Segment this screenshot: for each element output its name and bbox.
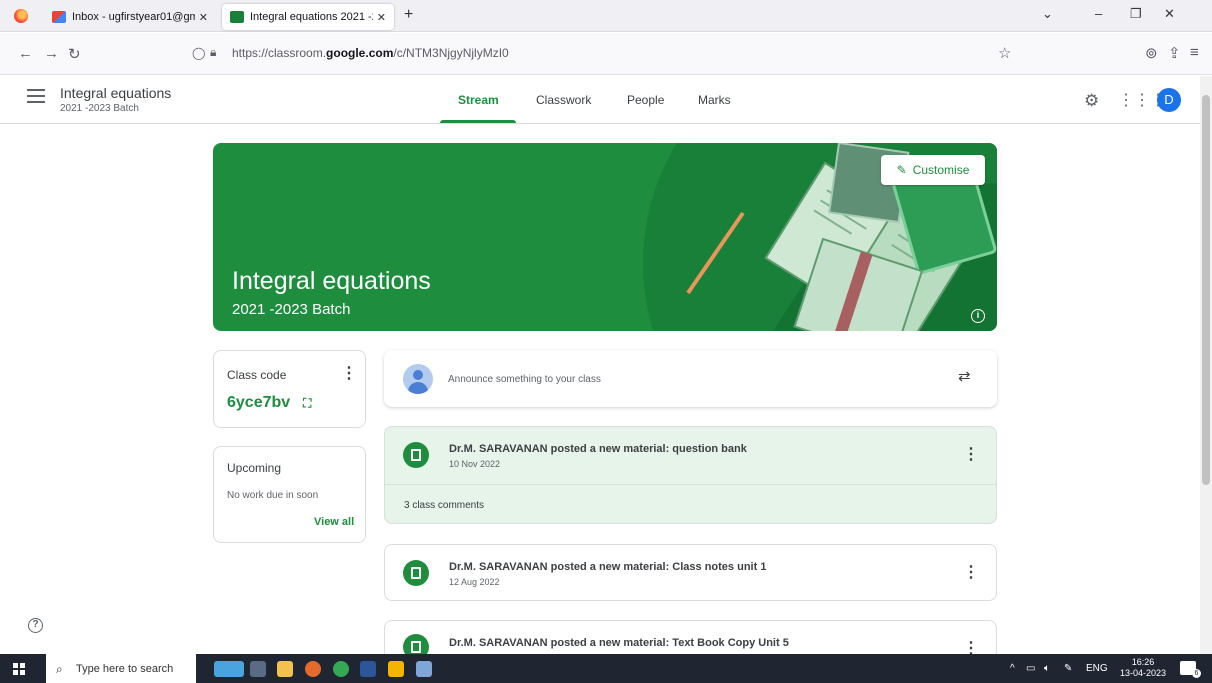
post-title[interactable]: Dr.M. SARAVANAN posted a new material: T… xyxy=(449,637,789,649)
announce-box[interactable]: Announce something to your class ⇄ xyxy=(384,350,997,407)
material-icon xyxy=(403,442,429,468)
settings-gear-icon[interactable]: ⚙ xyxy=(1084,91,1099,111)
upcoming-empty-text: No work due in soon xyxy=(227,490,319,501)
pocket-icon[interactable]: ⊚ xyxy=(1145,44,1158,62)
app-menu-icon[interactable]: ≡ xyxy=(1190,44,1199,61)
class-code-label: Class code xyxy=(227,368,287,382)
active-tab-indicator xyxy=(440,120,516,123)
search-icon: ⌕ xyxy=(56,662,63,676)
pen-icon[interactable]: ✎ xyxy=(1064,663,1072,674)
fullscreen-code-icon[interactable]: ⛶ xyxy=(303,396,311,411)
upcoming-label: Upcoming xyxy=(227,461,282,475)
tab-people[interactable]: People xyxy=(627,93,664,107)
task-view-icon[interactable] xyxy=(250,661,266,677)
search-placeholder: Type here to search xyxy=(76,662,174,675)
windows-start-icon[interactable] xyxy=(13,663,25,675)
extensions-icon[interactable]: ⇪ xyxy=(1168,44,1181,62)
news-widget-icon[interactable] xyxy=(214,661,244,677)
class-code-card: Class code ⋮ 6yce7bv ⛶ xyxy=(213,350,366,428)
sticky-notes-icon[interactable] xyxy=(388,661,404,677)
tab-gmail-inbox[interactable]: Inbox - ugfirstyear01@gmail.co ✕ xyxy=(44,4,216,30)
material-icon xyxy=(403,560,429,586)
file-explorer-icon[interactable] xyxy=(277,661,293,677)
forward-icon[interactable]: → xyxy=(44,45,59,62)
stream-post[interactable]: Dr.M. SARAVANAN posted a new material: q… xyxy=(384,426,997,524)
banner-class-title: Integral equations xyxy=(232,267,431,295)
tab-integral-equations[interactable]: Integral equations 2021 -2023 E ✕ xyxy=(222,4,394,30)
close-window-button[interactable]: ✕ xyxy=(1164,6,1175,22)
word-taskbar-icon[interactable] xyxy=(360,661,376,677)
tab-title: Inbox - ugfirstyear01@gmail.co xyxy=(72,11,195,23)
gmail-icon xyxy=(52,11,66,23)
view-all-link[interactable]: View all xyxy=(314,516,354,528)
windows-taskbar: Type here to search ⌕ ^ ▭ 🔈︎ ✎ ENG 16:26… xyxy=(0,654,1212,683)
restore-button[interactable]: ❐ xyxy=(1130,6,1142,22)
address-bar[interactable]: ◯ 🔒︎ https://classroom.google.com/c/NTM3… xyxy=(188,38,1018,70)
back-icon[interactable]: ← xyxy=(18,45,33,62)
new-tab-button[interactable]: + xyxy=(404,6,413,24)
divider xyxy=(385,484,996,485)
class-code-value: 6yce7bv xyxy=(227,394,291,411)
chrome-taskbar-icon[interactable] xyxy=(333,661,349,677)
classroom-icon xyxy=(230,11,244,23)
class-code-menu-icon[interactable]: ⋮ xyxy=(341,363,357,383)
tab-title: Integral equations 2021 -2023 E xyxy=(250,11,373,23)
language-indicator[interactable]: ENG xyxy=(1086,663,1108,674)
customise-label: Customise xyxy=(912,163,970,177)
shield-icon[interactable]: ◯ xyxy=(192,46,205,60)
clock-time: 16:26 xyxy=(1131,657,1155,667)
notification-count-badge: 6 xyxy=(1192,669,1201,678)
network-icon[interactable]: ▭ xyxy=(1026,663,1035,674)
post-date: 10 Nov 2022 xyxy=(449,459,501,469)
taskbar-search-input[interactable]: Type here to search xyxy=(46,654,196,683)
clock-date: 13-04-2023 xyxy=(1120,668,1167,678)
taskbar-clock[interactable]: 16:26 13-04-2023 xyxy=(1120,657,1166,679)
upcoming-card: Upcoming No work due in soon View all xyxy=(213,446,366,543)
lock-icon[interactable]: 🔒︎ xyxy=(210,45,216,60)
post-menu-icon[interactable]: ⋮ xyxy=(963,562,979,582)
post-title[interactable]: Dr.M. SARAVANAN posted a new material: q… xyxy=(449,443,747,455)
bookmark-star-icon[interactable]: ☆ xyxy=(998,44,1011,62)
firefox-taskbar-icon[interactable] xyxy=(305,661,321,677)
classroom-header: Integral equations 2021 -2023 Batch Stre… xyxy=(0,76,1200,124)
list-all-tabs-icon[interactable]: ⌄ xyxy=(1042,6,1053,22)
app-taskbar-icon[interactable] xyxy=(416,661,432,677)
tab-classwork[interactable]: Classwork xyxy=(536,93,591,107)
class-section: 2021 -2023 Batch xyxy=(60,103,139,114)
tab-marks[interactable]: Marks xyxy=(698,93,731,107)
class-comments-link[interactable]: 3 class comments xyxy=(404,500,484,511)
firefox-logo-icon[interactable] xyxy=(14,9,28,23)
banner-class-section: 2021 -2023 Batch xyxy=(232,301,351,318)
pencil-icon: ✎ xyxy=(896,163,907,177)
class-banner: Integral equations 2021 -2023 Batch ✎ Cu… xyxy=(213,143,997,331)
post-title[interactable]: Dr.M. SARAVANAN posted a new material: C… xyxy=(449,561,766,573)
user-avatar-icon xyxy=(403,364,433,394)
close-tab-icon[interactable]: ✕ xyxy=(199,11,208,24)
post-date: 12 Aug 2022 xyxy=(449,577,500,587)
browser-tab-strip: Inbox - ugfirstyear01@gmail.co ✕ Integra… xyxy=(0,0,1212,32)
close-tab-icon[interactable]: ✕ xyxy=(377,11,386,24)
reload-icon[interactable]: ↻ xyxy=(68,45,81,63)
reuse-post-icon[interactable]: ⇄ xyxy=(958,367,971,385)
help-icon[interactable]: ? xyxy=(28,618,43,633)
stream-post[interactable]: Dr.M. SARAVANAN posted a new material: C… xyxy=(384,544,997,601)
main-menu-icon[interactable] xyxy=(27,89,45,107)
url-text[interactable]: https://classroom.google.com/c/NTM3NjgyN… xyxy=(232,46,509,60)
post-menu-icon[interactable]: ⋮ xyxy=(963,444,979,464)
class-title[interactable]: Integral equations xyxy=(60,85,171,101)
minimize-button[interactable]: – xyxy=(1095,6,1102,21)
customise-button[interactable]: ✎ Customise xyxy=(881,155,985,185)
account-avatar[interactable]: D xyxy=(1157,88,1181,112)
volume-icon[interactable]: 🔈︎ xyxy=(1044,663,1050,674)
announce-placeholder[interactable]: Announce something to your class xyxy=(448,374,601,385)
browser-nav-bar: ← → ↻ ◯ 🔒︎ https://classroom.google.com/… xyxy=(0,33,1212,75)
scrollbar-thumb[interactable] xyxy=(1202,95,1210,485)
class-info-icon[interactable]: i xyxy=(971,309,985,323)
tab-stream[interactable]: Stream xyxy=(458,93,499,107)
tray-overflow-icon[interactable]: ^ xyxy=(1010,663,1015,674)
